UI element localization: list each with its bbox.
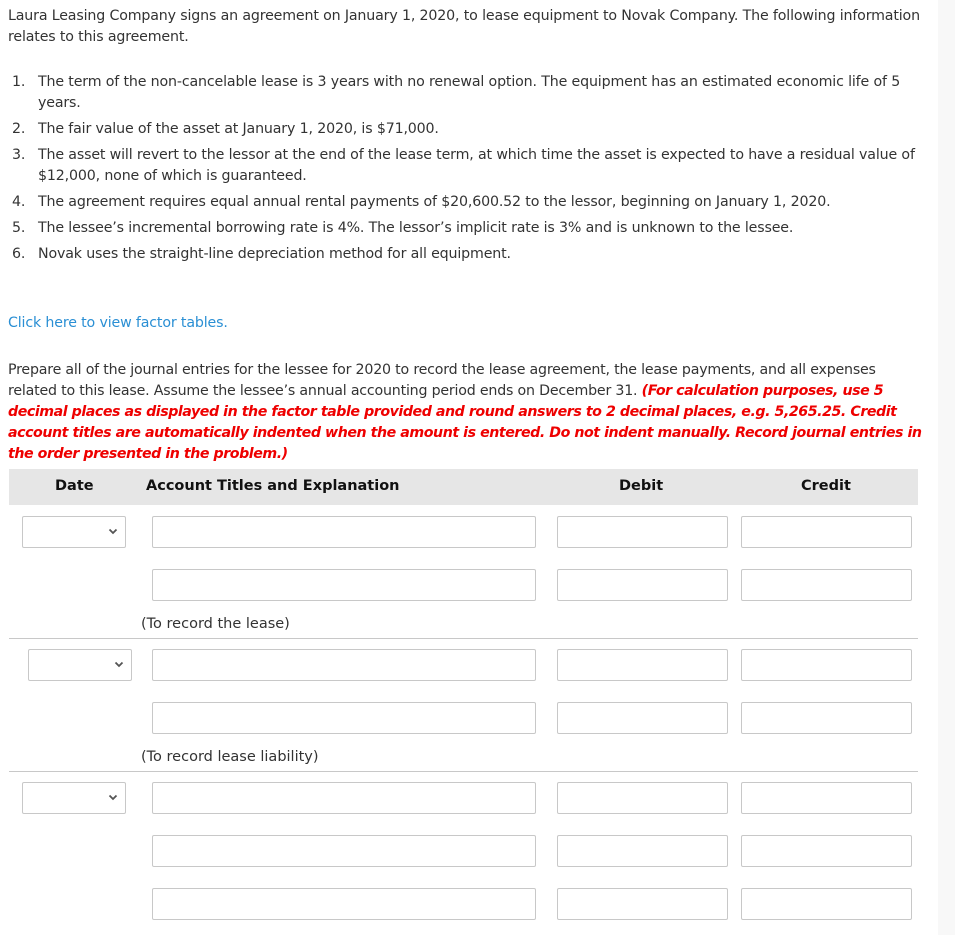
chevron-down-icon <box>114 661 124 668</box>
credit-input[interactable] <box>741 649 912 681</box>
account-title-input[interactable] <box>152 835 536 867</box>
credit-input[interactable] <box>741 888 912 920</box>
debit-input[interactable] <box>557 649 728 681</box>
debit-input[interactable] <box>557 569 728 601</box>
fact-number: 1. <box>12 74 26 90</box>
journal-table-header: Date Account Titles and Explanation Debi… <box>9 469 918 505</box>
account-title-input[interactable] <box>152 888 536 920</box>
credit-input[interactable] <box>741 782 912 814</box>
chevron-down-icon <box>108 794 118 801</box>
fact-number: 2. <box>12 121 26 137</box>
fact-number: 4. <box>12 194 26 210</box>
debit-input[interactable] <box>557 835 728 867</box>
fact-item: 3. The asset will revert to the lessor at… <box>12 145 938 187</box>
fact-item: 6. Novak uses the straight-line depreciat… <box>12 244 938 265</box>
fact-item: 1. The term of the non-cancelable lease i… <box>12 72 938 114</box>
credit-input[interactable] <box>741 516 912 548</box>
entry-note: (To record lease liability) <box>141 749 319 765</box>
date-select[interactable] <box>28 649 132 681</box>
fact-item: 5. The lessee’s incremental borrowing rat… <box>12 218 938 239</box>
instructions: Prepare all of the journal entries for t… <box>8 360 923 465</box>
header-date: Date <box>55 478 94 494</box>
fact-number: 3. <box>12 147 26 163</box>
account-title-input[interactable] <box>152 702 536 734</box>
debit-input[interactable] <box>557 782 728 814</box>
fact-number: 5. <box>12 220 26 236</box>
header-account: Account Titles and Explanation <box>146 478 400 494</box>
problem-intro: Laura Leasing Company signs an agreement… <box>8 8 920 45</box>
fact-item: 4. The agreement requires equal annual re… <box>12 192 938 213</box>
fact-item: 2. The fair value of the asset at January… <box>12 119 938 140</box>
page-side-strip <box>938 0 955 935</box>
account-title-input[interactable] <box>152 569 536 601</box>
account-title-input[interactable] <box>152 649 536 681</box>
account-title-input[interactable] <box>152 782 536 814</box>
header-debit: Debit <box>619 478 664 494</box>
fact-text: Novak uses the straight-line depreciatio… <box>38 246 511 262</box>
credit-input[interactable] <box>741 835 912 867</box>
fact-text: The lessee’s incremental borrowing rate … <box>38 220 794 236</box>
facts-list: 1. The term of the non-cancelable lease i… <box>8 72 938 270</box>
fact-number: 6. <box>12 246 26 262</box>
header-credit: Credit <box>801 478 851 494</box>
debit-input[interactable] <box>557 516 728 548</box>
entry-divider <box>9 771 918 772</box>
factor-tables-link[interactable]: Click here to view factor tables. <box>8 315 228 331</box>
fact-text: The agreement requires equal annual rent… <box>38 194 831 210</box>
chevron-down-icon <box>108 528 118 535</box>
credit-input[interactable] <box>741 569 912 601</box>
debit-input[interactable] <box>557 888 728 920</box>
debit-input[interactable] <box>557 702 728 734</box>
date-select[interactable] <box>22 516 126 548</box>
fact-text: The term of the non-cancelable lease is … <box>38 74 901 111</box>
fact-text: The asset will revert to the lessor at t… <box>38 147 915 184</box>
entry-note: (To record the lease) <box>141 616 290 632</box>
account-title-input[interactable] <box>152 516 536 548</box>
date-select[interactable] <box>22 782 126 814</box>
credit-input[interactable] <box>741 702 912 734</box>
entry-divider <box>9 638 918 639</box>
fact-text: The fair value of the asset at January 1… <box>38 121 439 137</box>
